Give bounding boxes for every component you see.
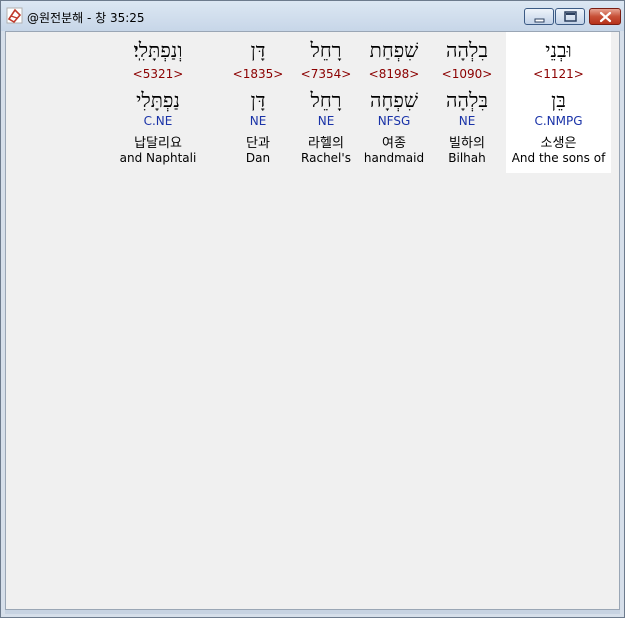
strong-number[interactable]: <5321> [114,67,202,81]
english-gloss: Rachel's [301,151,351,165]
word-column-6[interactable]: וְנַפְתָּלִֽי׃ <5321> נַפְתָּלִי C.NE 납달… [114,32,202,173]
hebrew-word: שִׁפְחַת [369,38,419,62]
window-title: @원전분해 - 창 35:25 [27,11,145,25]
strong-number[interactable]: <7354> [294,67,358,81]
hebrew-word: דָּן [250,38,266,62]
hebrew-lemma: בֵּן [551,88,566,112]
hebrew-lemma: שִׁפְחָה [370,88,418,112]
hebrew-lemma: דָּן [250,88,266,112]
english-gloss: handmaid [363,151,425,165]
korean-gloss: 단과 [246,136,270,151]
korean-gloss: 여종 [382,136,406,151]
morphology-code: NE [249,114,267,128]
maximize-icon [564,11,577,22]
bottom-border [5,610,620,614]
korean-gloss: 빌하의 [449,136,485,151]
hebrew-word: וּבְנֵי [545,38,572,62]
hebrew-lemma: נַפְתָּלִי [136,88,180,112]
morphology-code: C.NE [143,114,173,128]
strong-number[interactable]: <1835> [228,67,288,81]
english-gloss: and Naphtali [119,151,197,165]
minimize-icon [534,18,545,23]
hebrew-lemma: רָחֵל [310,88,342,112]
korean-gloss: 납달리요 [134,136,182,151]
morphology-code: NE [317,114,335,128]
title-bar[interactable]: @원전분해 - 창 35:25 [1,1,624,31]
hebrew-word: רָחֵל [310,38,342,62]
close-button[interactable] [589,8,621,25]
strong-number[interactable]: <1121> [506,67,611,81]
interlinear-panel: וּבְנֵי <1121> בֵּן C.NMPG 소생은 And the s… [5,31,620,610]
window-frame: @원전분해 - 창 35:25 וּבְנֵי <1121> בֵּן C.NM… [0,0,625,618]
hebrew-lemma: בִּלְהָה [445,88,488,112]
korean-gloss: 소생은 [540,136,577,151]
word-column-1[interactable]: וּבְנֵי <1121> בֵּן C.NMPG 소생은 And the s… [506,32,611,173]
english-gloss: Dan [245,151,271,165]
morphology-code: NE [458,114,476,128]
strong-number[interactable]: <1090> [431,67,503,81]
strong-number[interactable]: <8198> [359,67,429,81]
maximize-button[interactable] [555,8,585,25]
app-icon [6,7,23,24]
word-column-4[interactable]: רָחֵל <7354> רָחֵל NE 라헬의 Rachel's [294,32,358,173]
minimize-button[interactable] [524,8,554,25]
hebrew-word: בִלְהָה [445,38,488,62]
hebrew-word: וְנַפְתָּלִֽי׃ [133,38,183,62]
morphology-code: C.NMPG [534,114,583,128]
english-gloss: Bilhah [448,151,486,165]
word-column-3[interactable]: שִׁפְחַת <8198> שִׁפְחָה NFSG 여종 handmai… [359,32,429,173]
close-icon [599,11,612,23]
word-column-2[interactable]: בִלְהָה <1090> בִּלְהָה NE 빌하의 Bilhah [431,32,503,173]
english-gloss: And the sons of [511,151,606,165]
word-column-5[interactable]: דָּן <1835> דָּן NE 단과 Dan [228,32,288,173]
morphology-code: NFSG [377,114,411,128]
korean-gloss: 라헬의 [308,136,344,151]
